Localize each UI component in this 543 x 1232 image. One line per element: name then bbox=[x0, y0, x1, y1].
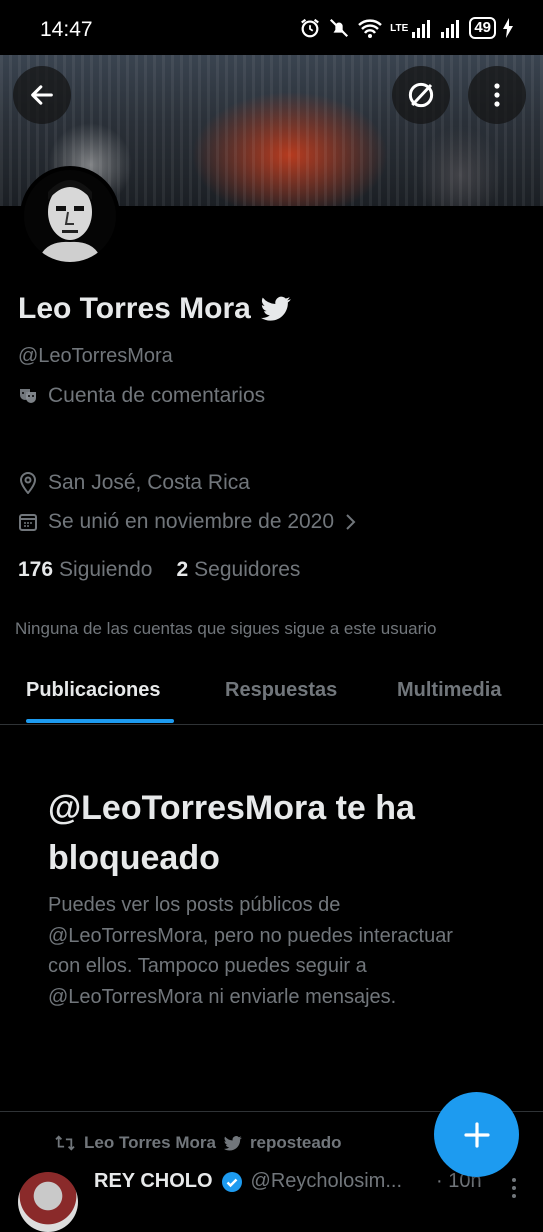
profile-handle: @LeoTorresMora bbox=[18, 345, 173, 367]
repost-icon bbox=[55, 1135, 75, 1151]
tab-publicaciones[interactable]: Publicaciones bbox=[26, 679, 161, 702]
profile-location-text: San José, Costa Rica bbox=[48, 471, 250, 494]
signal-icon bbox=[412, 20, 431, 38]
followers-link[interactable]: 2 Seguidores bbox=[176, 558, 300, 582]
followers-count: 2 bbox=[176, 558, 189, 581]
location-pin-icon bbox=[19, 472, 37, 494]
back-arrow-icon bbox=[31, 85, 53, 105]
status-time: 14:47 bbox=[40, 18, 93, 41]
repost-author[interactable]: Leo Torres Mora bbox=[84, 1133, 216, 1153]
tab-respuestas[interactable]: Respuestas bbox=[225, 679, 337, 702]
repost-indicator: Leo Torres Mora reposteado bbox=[54, 1133, 342, 1153]
following-count: 176 bbox=[18, 558, 54, 581]
grok-button[interactable] bbox=[392, 66, 450, 124]
blocked-description: Puedes ver los posts públicos de @LeoTor… bbox=[48, 894, 453, 1008]
network-type-label: LTE bbox=[390, 22, 409, 34]
following-link[interactable]: 176 Siguiendo bbox=[18, 558, 152, 582]
followers-you-know: Ninguna de las cuentas que sigues sigue … bbox=[15, 619, 437, 638]
profile-name: Leo Torres Mora bbox=[18, 292, 251, 325]
tab-multimedia[interactable]: Multimedia bbox=[397, 679, 501, 702]
tweet-more-icon[interactable] bbox=[510, 1176, 518, 1200]
slash-circle-icon bbox=[408, 82, 434, 108]
profile-category-label: Cuenta de comentarios bbox=[48, 384, 266, 407]
mute-icon bbox=[330, 18, 349, 38]
tweet-author-handle: @Reycholosim... bbox=[250, 1170, 403, 1192]
tweet-author-avatar[interactable] bbox=[18, 1172, 78, 1232]
followers-label: Seguidores bbox=[194, 558, 301, 581]
more-vertical-icon bbox=[494, 83, 500, 107]
verified-badge-icon bbox=[221, 1171, 242, 1192]
alarm-icon bbox=[301, 18, 320, 38]
theater-masks-icon bbox=[20, 389, 36, 403]
profile-avatar[interactable] bbox=[20, 166, 120, 266]
follow-counts: 176 Siguiendo 2 Seguidores bbox=[18, 558, 300, 582]
profile-tabs: Publicaciones Respuestas Multimedia bbox=[0, 660, 543, 725]
avatar-image bbox=[24, 170, 116, 262]
profile-category: Cuenta de comentarios bbox=[18, 384, 265, 408]
compose-button[interactable] bbox=[434, 1092, 519, 1177]
back-button[interactable] bbox=[13, 66, 71, 124]
charging-icon bbox=[503, 18, 513, 38]
profile-joined[interactable]: Se unió en noviembre de 2020 bbox=[18, 510, 356, 534]
tweet-author-name[interactable]: REY CHOLO bbox=[94, 1170, 213, 1193]
more-options-button[interactable] bbox=[468, 66, 526, 124]
active-tab-indicator bbox=[26, 719, 174, 723]
plus-icon bbox=[463, 1121, 490, 1148]
blocked-title: @LeoTorresMora te ha bloqueado bbox=[48, 789, 415, 877]
profile-location: San José, Costa Rica bbox=[18, 471, 250, 495]
profile-name-row: Leo Torres Mora bbox=[18, 292, 291, 326]
bird-icon bbox=[260, 296, 291, 321]
following-label: Siguiendo bbox=[59, 558, 153, 581]
tweet-header: REY CHOLO @Reycholosim... bbox=[94, 1170, 402, 1193]
wifi-icon bbox=[358, 19, 382, 38]
calendar-icon bbox=[19, 514, 37, 531]
profile-joined-text: Se unió en noviembre de 2020 bbox=[48, 510, 335, 533]
bird-icon-small bbox=[223, 1135, 242, 1150]
repost-label: reposteado bbox=[249, 1133, 342, 1152]
chevron-right-icon bbox=[346, 514, 356, 530]
signal-icon-2 bbox=[441, 20, 460, 38]
status-bar: 14:47 LTE 49 bbox=[0, 0, 543, 60]
battery-icon: 49 bbox=[469, 17, 496, 39]
status-icons: LTE 49 bbox=[299, 17, 513, 39]
